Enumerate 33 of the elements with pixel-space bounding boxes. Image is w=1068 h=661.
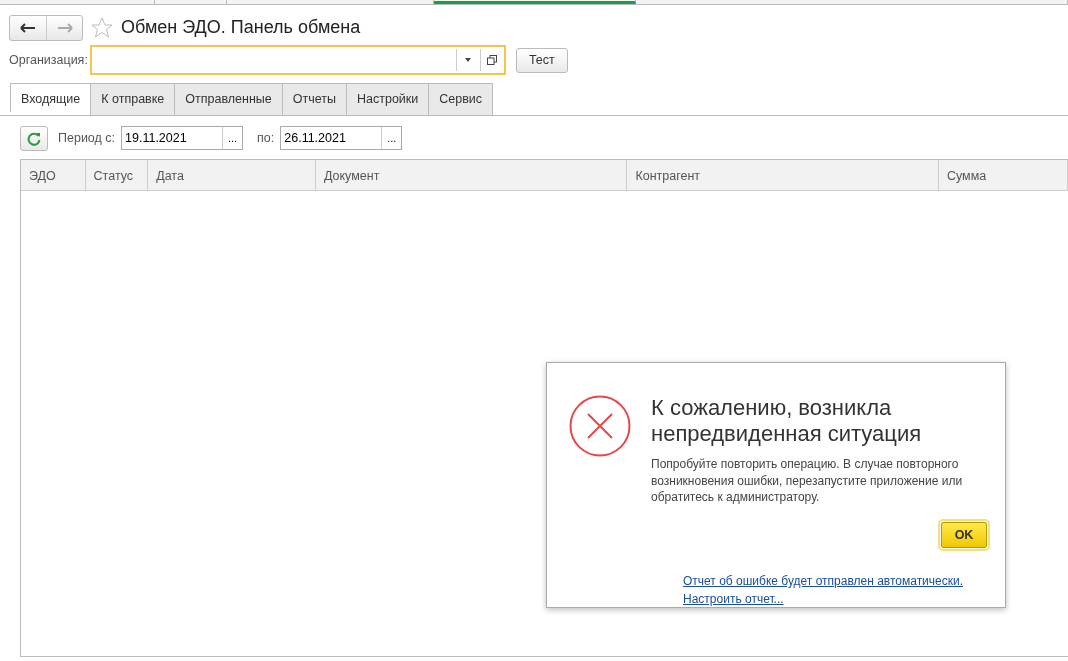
refresh-icon [27, 131, 41, 146]
star-icon[interactable] [91, 16, 113, 39]
date-from-field[interactable]: 19.11.2021 ... [121, 126, 244, 151]
back-arrow-icon [20, 22, 36, 33]
tab[interactable]: Отчеты [281, 83, 347, 115]
window-title: Обмен ЭДО. Панель обмена [121, 16, 361, 39]
tab[interactable]: Входящие [10, 83, 92, 112]
organization-label: Организация: [9, 51, 88, 69]
column-header[interactable]: Контрагент [627, 159, 939, 190]
column-header[interactable]: Статус [85, 159, 149, 190]
open-window-icon [487, 55, 498, 65]
ok-button[interactable]: OK [941, 522, 987, 549]
dialog-message: Попробуйте повторить операцию. В случае повторного возникновения ошибки, перезапустите приложение или обратитесь к администратору. [651, 455, 964, 507]
organization-field[interactable] [89, 45, 506, 75]
tab[interactable]: Настройки [346, 83, 430, 115]
column-header[interactable]: Документ [315, 159, 628, 190]
error-icon [569, 395, 631, 457]
test-button[interactable]: Тест [515, 47, 568, 73]
tab[interactable]: Отправленные [174, 83, 283, 115]
report-link[interactable]: Отчет об ошибке будет отправлен автоматически. [683, 572, 964, 591]
tab[interactable]: К отправке [90, 83, 176, 115]
caret-icon [465, 58, 472, 62]
column-header[interactable]: ЭДО [21, 159, 86, 190]
period-to-label: по: [257, 129, 275, 147]
column-header[interactable]: Дата [148, 159, 316, 190]
date-to-field[interactable]: 26.11.2021 ... [280, 126, 403, 151]
period-from-label: Период с: [58, 129, 116, 147]
forward-arrow-icon [56, 22, 73, 33]
dialog-title: К сожалению, возникла непредвиденная ситуация [651, 395, 923, 448]
column-header[interactable]: Сумма [938, 159, 1068, 190]
tab[interactable]: Сервис [428, 83, 494, 115]
refresh-button[interactable] [20, 125, 48, 151]
report-link[interactable]: Настроить отчет... [683, 590, 784, 609]
